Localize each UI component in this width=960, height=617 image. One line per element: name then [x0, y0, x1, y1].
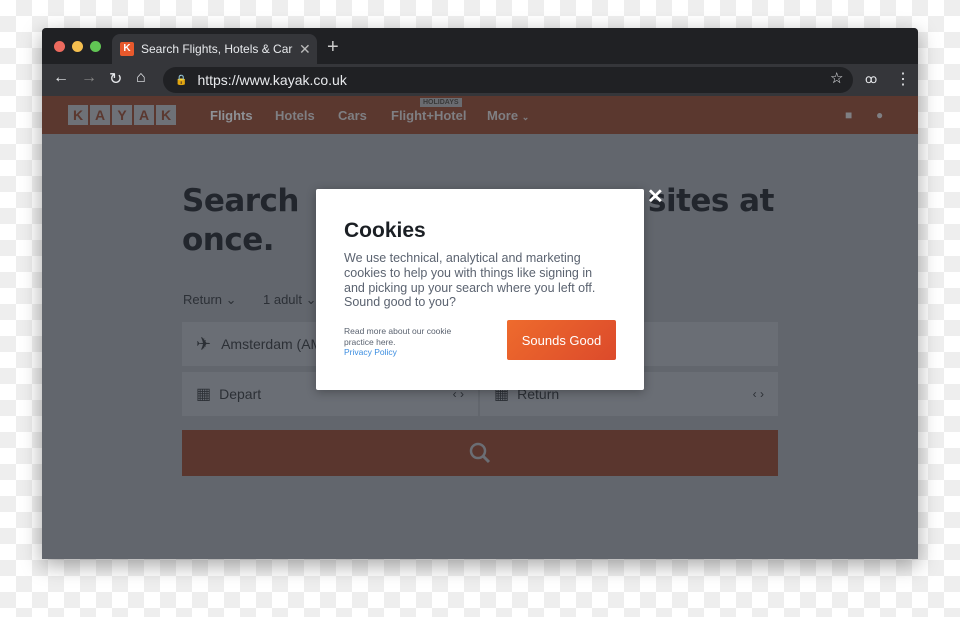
incognito-icon[interactable]: ꝏ: [865, 72, 877, 86]
logo-letter: K: [156, 105, 176, 125]
cookie-title: Cookies: [344, 219, 426, 242]
lock-icon: 🔒: [175, 74, 188, 86]
maximize-window-button[interactable]: [90, 41, 101, 52]
search-icon: [469, 442, 491, 464]
menu-icon[interactable]: ⋮: [895, 69, 911, 89]
nav-cars[interactable]: Cars: [338, 108, 367, 123]
tab-title: Search Flights, Hotels & Car Hire: [141, 42, 293, 56]
reload-icon[interactable]: ↻: [109, 69, 122, 89]
browser-toolbar: ← → ↻ ⌂ 🔒 https://www.kayak.co.uk ☆ ꝏ ⋮: [42, 64, 918, 96]
kayak-logo[interactable]: KAYAK: [68, 105, 176, 125]
nav-hotels[interactable]: Hotels: [275, 108, 315, 123]
close-dialog-icon[interactable]: ✕: [647, 184, 664, 209]
nav-flights[interactable]: Flights: [210, 108, 253, 123]
sounds-good-button[interactable]: Sounds Good: [507, 320, 616, 361]
address-bar[interactable]: 🔒 https://www.kayak.co.uk: [163, 67, 853, 93]
trip-type-value: Return: [183, 292, 223, 307]
back-icon[interactable]: ←: [53, 69, 69, 87]
kayak-favicon: K: [120, 42, 134, 56]
trips-briefcase-icon[interactable]: ■: [845, 108, 852, 122]
home-icon[interactable]: ⌂: [136, 69, 146, 87]
privacy-policy-link[interactable]: Privacy Policy: [344, 347, 397, 357]
calendar-icon: ▦: [196, 386, 212, 403]
chevron-down-icon: ⌄: [225, 292, 237, 307]
hero-heading-line2: once.: [182, 222, 275, 258]
account-icon[interactable]: ●: [876, 108, 883, 122]
logo-letter: Y: [112, 105, 132, 125]
plane-icon: ✈: [196, 333, 212, 354]
forward-icon[interactable]: →: [81, 69, 97, 87]
chevron-down-icon: ⌄: [305, 292, 317, 307]
hero-heading-start: Search: [182, 183, 300, 219]
nav-flight-hotel[interactable]: Flight+Hotel: [391, 108, 466, 123]
logo-letter: A: [134, 105, 154, 125]
tab-strip: K Search Flights, Hotels & Car Hire ✕ +: [42, 28, 918, 64]
logo-letter: K: [68, 105, 88, 125]
nav-more[interactable]: More ⌄: [487, 108, 529, 123]
date-prev-next-icon[interactable]: ‹ ›: [753, 387, 764, 401]
close-window-button[interactable]: [54, 41, 65, 52]
chevron-down-icon: ⌄: [521, 112, 530, 122]
hero-heading-end: sites at: [648, 183, 774, 219]
origin-value: Amsterdam (AM: [221, 336, 323, 352]
trip-type-select[interactable]: Return ⌄: [183, 292, 237, 308]
cookie-dialog: Cookies We use technical, analytical and…: [316, 189, 644, 390]
active-nav-indicator: [223, 128, 235, 140]
logo-letter: A: [90, 105, 110, 125]
new-tab-icon[interactable]: +: [327, 36, 339, 59]
minimize-window-button[interactable]: [72, 41, 83, 52]
bookmark-star-icon[interactable]: ☆: [830, 69, 843, 87]
nav-more-label: More: [487, 108, 519, 123]
url-text: https://www.kayak.co.uk: [197, 72, 347, 88]
site-header: KAYAK Flights Hotels Cars HOLIDAYS Fligh…: [42, 96, 918, 140]
browser-tab[interactable]: K Search Flights, Hotels & Car Hire ✕: [112, 34, 317, 64]
cookie-message: We use technical, analytical and marketi…: [344, 251, 596, 310]
tab-close-icon[interactable]: ✕: [299, 41, 311, 58]
travellers-select[interactable]: 1 adult ⌄: [263, 292, 317, 308]
search-button[interactable]: [182, 430, 778, 476]
travellers-value: 1 adult: [263, 292, 303, 307]
holidays-badge: HOLIDAYS: [420, 98, 462, 107]
depart-label: Depart: [219, 386, 262, 402]
cookie-note: Read more about our cookie practice here…: [344, 326, 452, 347]
